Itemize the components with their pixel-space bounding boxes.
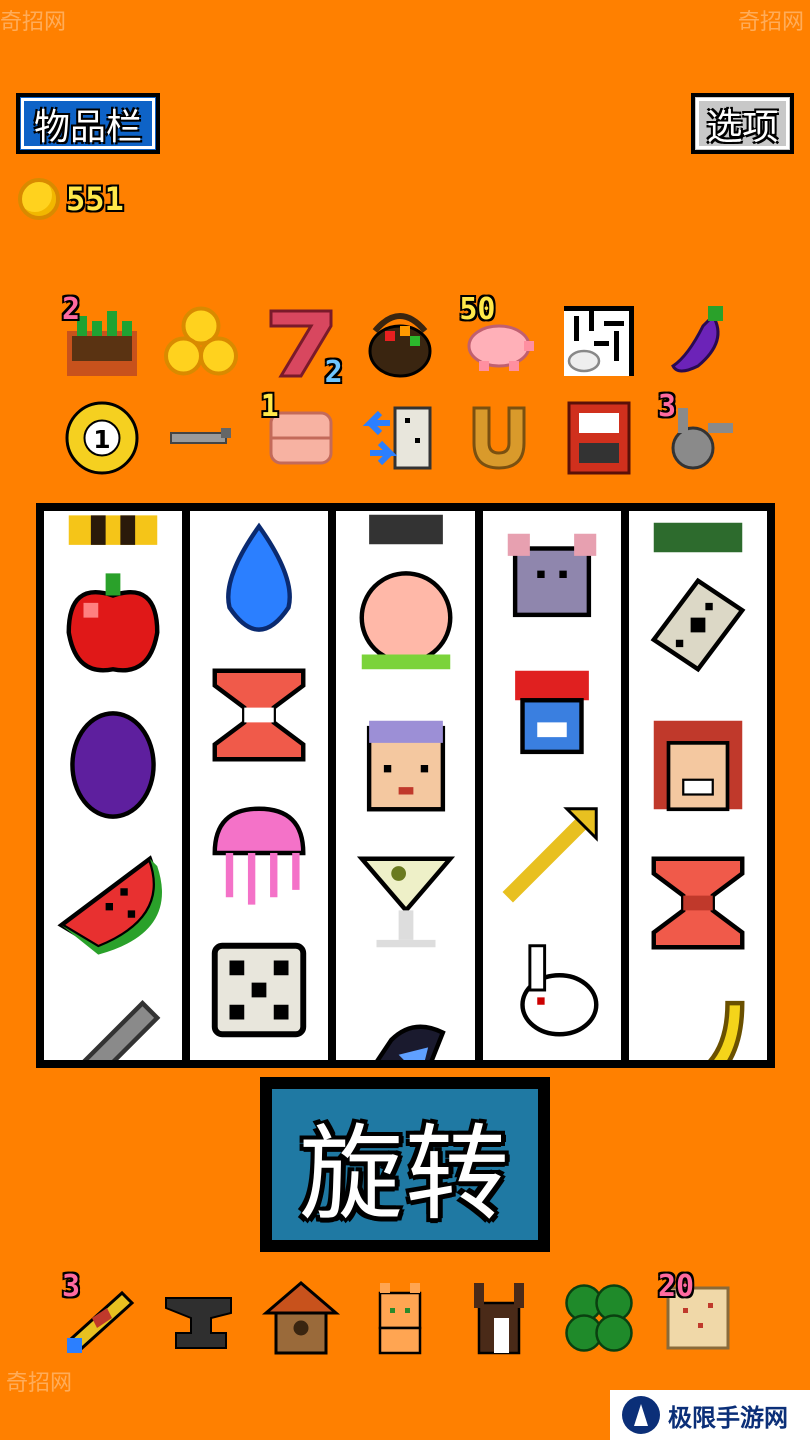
site-logo-icon	[622, 1396, 660, 1434]
reel-3	[336, 511, 475, 1060]
item-count: 20	[657, 1269, 695, 1304]
item-count: 2	[62, 292, 81, 327]
coin-count: 551	[66, 180, 124, 218]
dice-icon	[200, 931, 318, 1049]
laughing-girl-icon	[639, 706, 757, 824]
seven-icon[interactable]: 2	[259, 298, 343, 390]
partial-green-icon	[639, 511, 757, 567]
reel-4	[482, 511, 621, 1060]
item-count: 3	[657, 389, 677, 424]
telescope-icon[interactable]: 3	[60, 1269, 144, 1361]
water-drop-icon	[200, 519, 318, 637]
eggplant-icon[interactable]	[656, 298, 740, 384]
planter-box-icon[interactable]: 2	[60, 292, 144, 384]
white-rabbit-icon	[493, 931, 611, 1049]
four-leaf-clover-icon[interactable]	[557, 1275, 641, 1361]
birdhouse-icon[interactable]	[259, 1275, 343, 1361]
options-button[interactable]: 选项	[691, 93, 794, 154]
sword-icon	[54, 981, 172, 1060]
spin-button[interactable]: 旋转	[260, 1077, 550, 1252]
mouse-icon	[493, 519, 611, 637]
granny-icon	[347, 706, 465, 824]
partial-bee-icon	[54, 511, 172, 567]
martini-icon	[347, 844, 465, 962]
brown-rabbit-icon[interactable]	[457, 1275, 541, 1361]
orange-cat-icon[interactable]	[358, 1275, 442, 1361]
apple-icon	[54, 566, 172, 684]
golden-arrow-icon	[493, 794, 611, 912]
peach-icon	[347, 566, 465, 684]
red-hourglass-icon	[639, 844, 757, 962]
treasure-map-icon[interactable]: 20	[656, 1269, 740, 1361]
plum-icon	[54, 706, 172, 824]
billiard-ball-icon[interactable]: 1	[60, 395, 144, 481]
magpie-icon	[347, 981, 465, 1060]
partial-dark-icon	[347, 511, 465, 559]
banana-icon	[639, 981, 757, 1060]
slot-reels	[36, 503, 775, 1068]
stone-tablet-icon	[639, 566, 757, 684]
site-logo-text: 极限手游网	[668, 1402, 788, 1432]
rabbit-maze-icon[interactable]	[557, 298, 641, 384]
jester-icon	[493, 656, 611, 774]
watermark: 奇招网	[0, 10, 67, 35]
options-label: 选项	[706, 106, 779, 148]
item-row-1: 2 2 50	[60, 292, 740, 390]
inventory-label: 物品栏	[33, 106, 142, 148]
piggy-bank-icon[interactable]: 50	[457, 292, 541, 384]
horseshoe-icon[interactable]	[457, 395, 541, 481]
coin-pile-icon[interactable]	[159, 298, 243, 384]
dagger-icon[interactable]	[159, 395, 243, 481]
spin-label: 旋转	[298, 1113, 511, 1235]
coin-icon	[18, 178, 60, 220]
coin-counter: 551	[18, 178, 124, 220]
inventory-button[interactable]: 物品栏	[16, 93, 160, 154]
item-row-2: 1 1 3	[60, 389, 740, 481]
watermark: 奇招网	[6, 1371, 73, 1396]
site-logo: 极限手游网	[610, 1390, 810, 1440]
svg-text:1: 1	[93, 425, 110, 454]
dice-swap-icon[interactable]	[358, 395, 442, 481]
gray-rabbit-icon[interactable]: 3	[656, 389, 740, 481]
bottom-item-row: 3 20	[60, 1269, 740, 1361]
item-count: 3	[62, 1269, 81, 1304]
red-cabinet-icon[interactable]	[557, 395, 641, 481]
reel-2	[190, 511, 329, 1060]
item-count: 50	[459, 292, 496, 327]
item-count: 2	[324, 355, 343, 390]
reel-5	[628, 511, 768, 1060]
fruit-basket-icon[interactable]	[358, 298, 442, 384]
reel-1	[44, 511, 183, 1060]
item-count: 1	[260, 389, 279, 424]
red-hourglass-icon	[200, 656, 318, 774]
pink-bandage-icon[interactable]: 1	[259, 389, 343, 481]
watermelon-icon	[54, 844, 172, 962]
jellyfish-icon	[200, 794, 318, 912]
watermark: 奇招网	[737, 10, 804, 35]
anvil-icon[interactable]	[159, 1275, 243, 1361]
